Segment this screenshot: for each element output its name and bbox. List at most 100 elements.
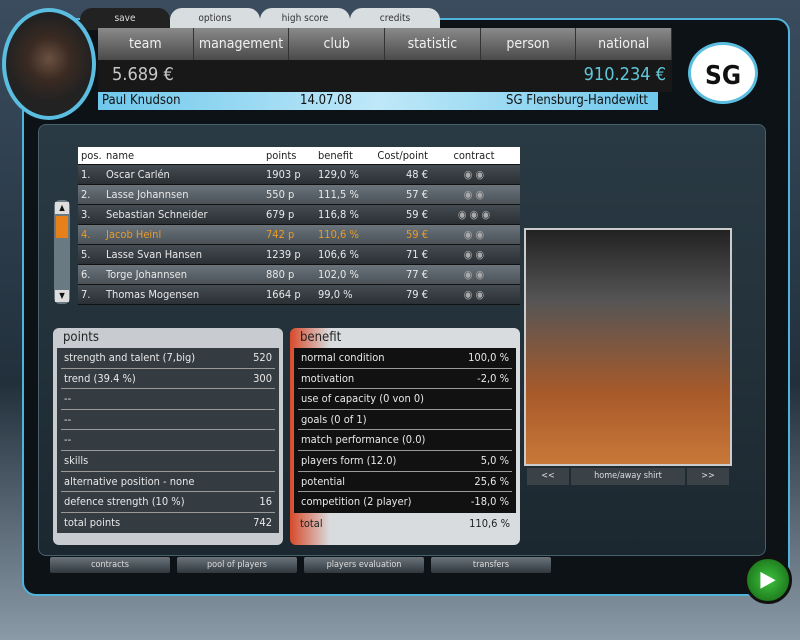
pool-of-players-button[interactable]: pool of players xyxy=(177,557,297,573)
row-label: motivation xyxy=(301,371,355,385)
points-row: trend (39.4 %) 300 xyxy=(61,369,275,390)
scrollbar[interactable]: ▲ ▼ xyxy=(54,200,70,304)
manager-avatar xyxy=(2,8,96,120)
table-row[interactable]: 4. Jacob Heinl 742 p 110,6 % 59 € ◉ ◉ xyxy=(78,225,520,245)
tab-credits[interactable]: credits xyxy=(350,8,440,30)
cell: 4. xyxy=(81,228,91,241)
contract-icon: ◉ ◉ xyxy=(463,168,485,181)
tab-high-score[interactable]: high score xyxy=(260,8,350,30)
points-row: defence strength (10 %) 16 xyxy=(61,492,275,513)
row-value: 25,6 % xyxy=(474,474,509,488)
nav-management[interactable]: management xyxy=(194,28,290,60)
col-pos[interactable]: pos. xyxy=(78,147,106,164)
cell: 57 € xyxy=(405,188,428,201)
row-value: -2,0 % xyxy=(477,371,509,385)
benefit-row: motivation -2,0 % xyxy=(298,369,512,390)
points-row: strength and talent (7,big) 520 xyxy=(61,348,275,369)
contract-icon: ◉ ◉ xyxy=(463,188,485,201)
cell: 880 p xyxy=(266,268,295,281)
next-button[interactable]: >> xyxy=(687,468,729,485)
scroll-down-icon[interactable]: ▼ xyxy=(55,290,69,302)
contracts-button[interactable]: contracts xyxy=(50,557,170,573)
cell: Lasse Svan Hansen xyxy=(106,248,203,261)
row-label: defence strength (10 %) xyxy=(64,495,185,509)
col-points[interactable]: points xyxy=(266,147,318,164)
money-bar: 5.689 € 910.234 € xyxy=(98,60,672,92)
cash: 5.689 € xyxy=(112,64,174,85)
table-row[interactable]: 2. Lasse Johannsen 550 p 111,5 % 57 € ◉ ◉ xyxy=(78,185,520,205)
contract-icon: ◉ ◉ xyxy=(463,228,485,241)
cell: 1. xyxy=(81,168,91,181)
total-label: total xyxy=(300,516,323,530)
continue-button[interactable]: ▶ xyxy=(744,556,792,604)
nav-person[interactable]: person xyxy=(481,28,577,60)
scroll-thumb[interactable] xyxy=(56,216,68,238)
table-row[interactable]: 5. Lasse Svan Hansen 1239 p 106,6 % 71 € ◉ ◉ xyxy=(78,245,520,265)
contract-icon: ◉ ◉ ◉ xyxy=(457,208,491,221)
row-label: trend (39.4 %) xyxy=(64,371,136,385)
col-contract[interactable]: contract xyxy=(428,147,520,164)
cell: 116,8 % xyxy=(318,208,359,221)
row-value: 100,0 % xyxy=(468,351,509,364)
cell: 102,0 % xyxy=(318,268,359,281)
cell: Lasse Johannsen xyxy=(106,188,189,201)
points-title: points xyxy=(63,330,99,345)
table-row[interactable]: 1. Oscar Carlén 1903 p 129,0 % 48 € ◉ ◉ xyxy=(78,165,520,185)
row-label: skills xyxy=(64,453,89,467)
benefit-row: goals (0 of 1) xyxy=(298,410,512,431)
row-value: 520 xyxy=(253,351,272,364)
cell: Oscar Carlén xyxy=(106,168,170,181)
row-label: alternative position - none xyxy=(64,474,195,488)
tab-save[interactable]: save xyxy=(80,8,170,30)
benefit-row: normal condition 100,0 % xyxy=(298,348,512,369)
date: 14.07.08 xyxy=(300,93,353,108)
benefit-total: total 110,6 % xyxy=(290,513,520,534)
budget: 910.234 € xyxy=(583,64,666,85)
main-nav: team management club statistic person na… xyxy=(98,28,673,60)
cell: 2. xyxy=(81,188,91,201)
table-row[interactable]: 6. Torge Johannsen 880 p 102,0 % 77 € ◉ ◉ xyxy=(78,265,520,285)
points-row: -- xyxy=(61,389,275,410)
scroll-up-icon[interactable]: ▲ xyxy=(55,202,69,214)
cell: 679 p xyxy=(266,208,295,221)
nav-team[interactable]: team xyxy=(98,28,194,60)
info-strip: Paul Knudson 14.07.08 SG Flensburg-Hande… xyxy=(98,92,658,110)
manager-name: Paul Knudson xyxy=(102,93,181,108)
nav-club[interactable]: club xyxy=(289,28,386,60)
row-label: competition (2 player) xyxy=(301,495,412,509)
points-panel: points strength and talent (7,big) 520 tre… xyxy=(53,328,283,545)
cell: 550 p xyxy=(266,188,295,201)
club-logo: SG xyxy=(688,42,758,104)
nav-statistic[interactable]: statistic xyxy=(385,28,481,60)
cell: Torge Johannsen xyxy=(106,268,187,281)
row-label: potential xyxy=(301,474,346,488)
nav-national[interactable]: national xyxy=(576,28,673,60)
players-evaluation-button[interactable]: players evaluation xyxy=(304,557,424,573)
row-value: 300 xyxy=(253,371,272,385)
benefit-row: potential 25,6 % xyxy=(298,472,512,493)
cell: 99,0 % xyxy=(318,288,353,301)
shirt-toggle-button[interactable]: home/away shirt xyxy=(571,468,685,485)
tab-options[interactable]: options xyxy=(170,8,260,30)
transfers-button[interactable]: transfers xyxy=(431,557,551,573)
row-value: 742 xyxy=(253,515,272,529)
table-row[interactable]: 7. Thomas Mogensen 1664 p 99,0 % 79 € ◉ ◉ xyxy=(78,285,520,305)
cell: 5. xyxy=(81,248,91,261)
points-row: -- xyxy=(61,410,275,431)
contract-icon: ◉ ◉ xyxy=(463,288,485,301)
cell: 79 € xyxy=(405,288,428,301)
table-row[interactable]: 3. Sebastian Schneider 679 p 116,8 % 59 € ◉ ◉… xyxy=(78,205,520,225)
cell: 7. xyxy=(81,288,91,301)
cell: 3. xyxy=(81,208,91,221)
player-photo xyxy=(524,228,732,466)
play-icon: ▶ xyxy=(760,567,776,592)
points-row: total points 742 xyxy=(61,513,275,534)
top-menu: save options high score credits xyxy=(80,8,480,30)
cell: Jacob Heinl xyxy=(106,228,162,241)
col-name[interactable]: name xyxy=(106,147,266,164)
col-benefit[interactable]: benefit xyxy=(318,147,374,164)
col-cost[interactable]: Cost/point xyxy=(374,147,428,164)
cell: 48 € xyxy=(405,168,428,181)
photo-controls: << home/away shirt >> xyxy=(527,468,729,485)
prev-button[interactable]: << xyxy=(527,468,569,485)
